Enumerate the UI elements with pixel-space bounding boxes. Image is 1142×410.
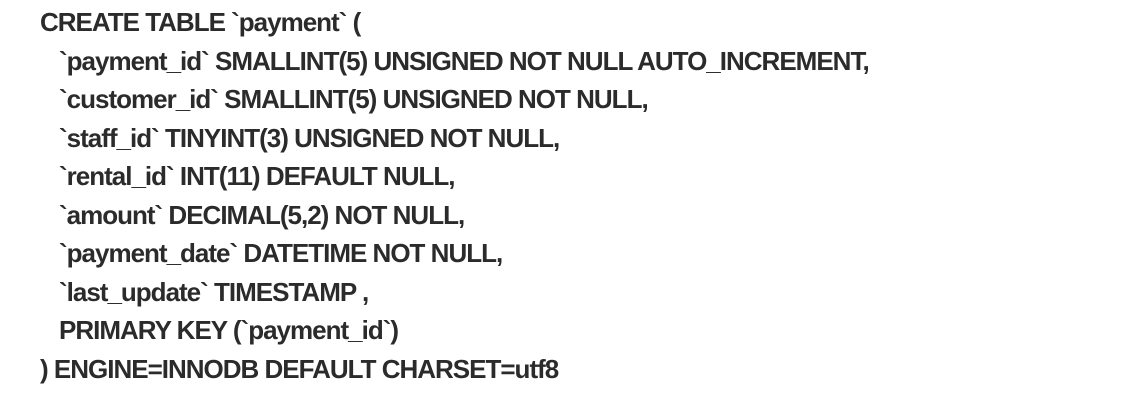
code-line-customer-id: `customer_id` SMALLINT(5) UNSIGNED NOT N… <box>59 84 649 114</box>
code-line-primary-key: PRIMARY KEY (`payment_id`) <box>59 315 399 345</box>
code-line-engine: ) ENGINE=INNODB DEFAULT CHARSET=utf8 <box>40 353 559 384</box>
code-line-payment-id: `payment_id` SMALLINT(5) UNSIGNED NOT NU… <box>59 45 870 76</box>
sql-code-block: CREATE TABLE `payment` ( `payment_id` SM… <box>40 3 1120 388</box>
code-line-payment-date: `payment_date` DATETIME NOT NULL, <box>59 238 503 268</box>
code-line-rental-id: `rental_id` INT(11) DEFAULT NULL, <box>59 161 456 191</box>
code-line-last-update: `last_update` TIMESTAMP , <box>59 276 369 307</box>
code-line-create-table: CREATE TABLE `payment` ( <box>40 7 361 37</box>
code-line-amount: `amount` DECIMAL(5,2) NOT NULL, <box>59 199 465 230</box>
code-line-staff-id: `staff_id` TINYINT(3) UNSIGNED NOT NULL, <box>59 122 560 153</box>
